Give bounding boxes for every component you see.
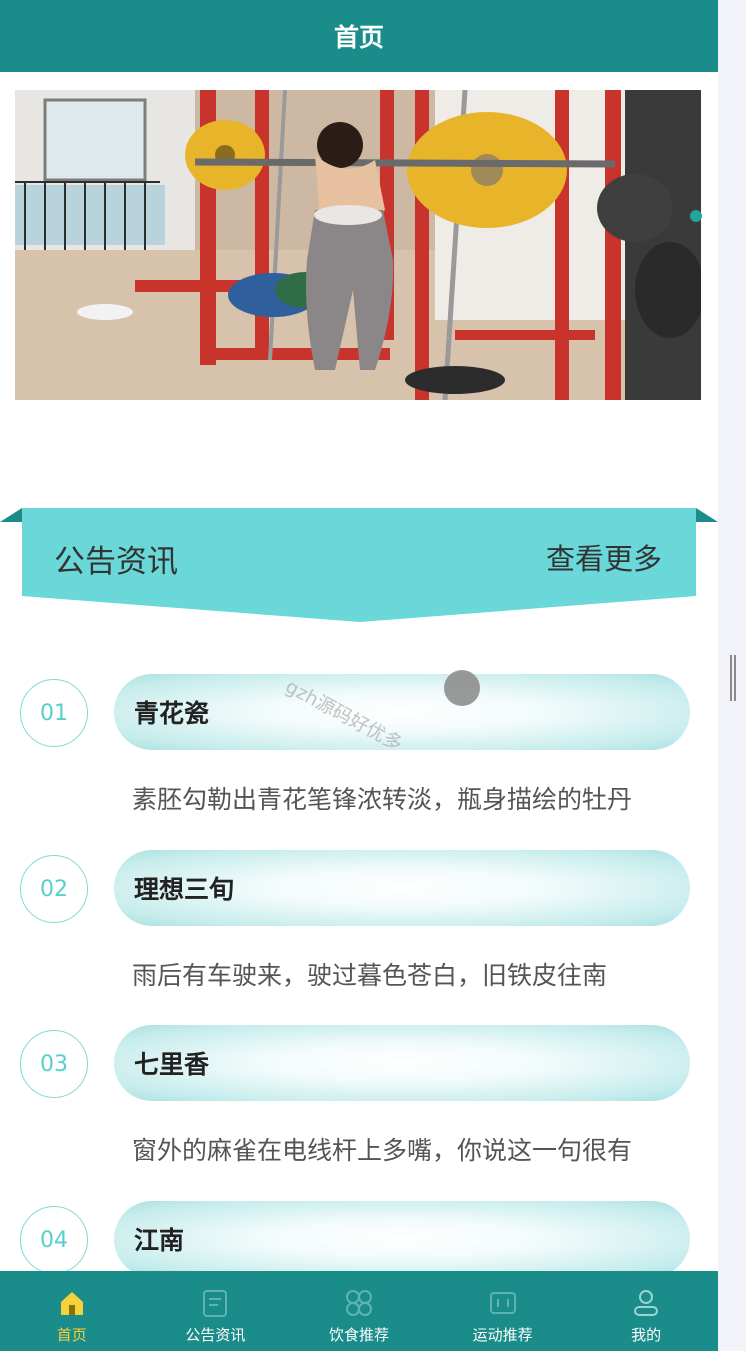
- tab-mine[interactable]: 我的: [574, 1271, 718, 1351]
- home-icon: [60, 1292, 83, 1315]
- notice-section-header: 公告资讯 查看更多: [0, 508, 718, 628]
- view-more-link[interactable]: 查看更多: [546, 536, 662, 578]
- news-item[interactable]: 02 理想三旬 雨后有车驶来，驶过暮色苍白，旧铁皮往南: [0, 846, 718, 1016]
- item-number: 03: [20, 1030, 88, 1098]
- news-title: 七里香: [134, 1050, 210, 1079]
- news-summary: 窗外的麻雀在电线杆上多嘴，你说这一句很有: [132, 1136, 633, 1165]
- top-nav-bar: 首页: [0, 0, 718, 72]
- item-number: 01: [20, 679, 88, 747]
- scrollbar-handle[interactable]: [730, 655, 736, 701]
- food-icon: [345, 1290, 372, 1316]
- tab-label: 饮食推荐: [328, 1326, 389, 1344]
- news-title-pill[interactable]: 江南: [114, 1201, 690, 1277]
- banner-carousel[interactable]: [15, 90, 701, 400]
- sport-icon: [489, 1292, 516, 1314]
- news-summary: 素胚勾勒出青花笔锋浓转淡，瓶身描绘的牡丹: [132, 785, 633, 814]
- tab-label: 我的: [631, 1326, 662, 1344]
- item-number: 04: [20, 1206, 88, 1274]
- news-title: 理想三旬: [134, 875, 235, 904]
- news-item[interactable]: 01 青花瓷 素胚勾勒出青花笔锋浓转淡，瓶身描绘的牡丹: [0, 670, 718, 840]
- tab-food[interactable]: 饮食推荐: [287, 1271, 431, 1351]
- item-number: 02: [20, 855, 88, 923]
- user-icon: [634, 1290, 659, 1316]
- tab-label: 运动推荐: [472, 1326, 533, 1344]
- touch-indicator: [444, 670, 480, 706]
- tab-notice[interactable]: 公告资讯: [144, 1271, 288, 1351]
- news-title-pill[interactable]: 七里香: [114, 1025, 690, 1101]
- bottom-tab-bar: 首页 公告资讯 饮食推荐 运动推荐 我的: [0, 1271, 718, 1351]
- news-title: 江南: [134, 1226, 185, 1255]
- tab-sport[interactable]: 运动推荐: [431, 1271, 575, 1351]
- tab-label: 首页: [56, 1326, 87, 1344]
- app-screen: 首页 公告资讯 查看更多 01 青花瓷 素胚勾勒出青花笔锋浓转淡，瓶身描绘的牡丹…: [0, 0, 718, 1351]
- notice-icon: [203, 1290, 228, 1317]
- tab-label: 公告资讯: [185, 1326, 246, 1344]
- carousel-indicator[interactable]: [690, 210, 702, 222]
- news-title: 青花瓷: [134, 699, 210, 728]
- tab-home[interactable]: 首页: [0, 1271, 144, 1351]
- banner-image: [15, 90, 701, 400]
- section-title: 公告资讯: [54, 544, 178, 580]
- page-title: 首页: [333, 23, 384, 52]
- news-title-pill[interactable]: 理想三旬: [114, 850, 690, 926]
- news-summary: 雨后有车驶来，驶过暮色苍白，旧铁皮往南: [132, 961, 608, 990]
- news-item[interactable]: 03 七里香 窗外的麻雀在电线杆上多嘴，你说这一句很有: [0, 1021, 718, 1191]
